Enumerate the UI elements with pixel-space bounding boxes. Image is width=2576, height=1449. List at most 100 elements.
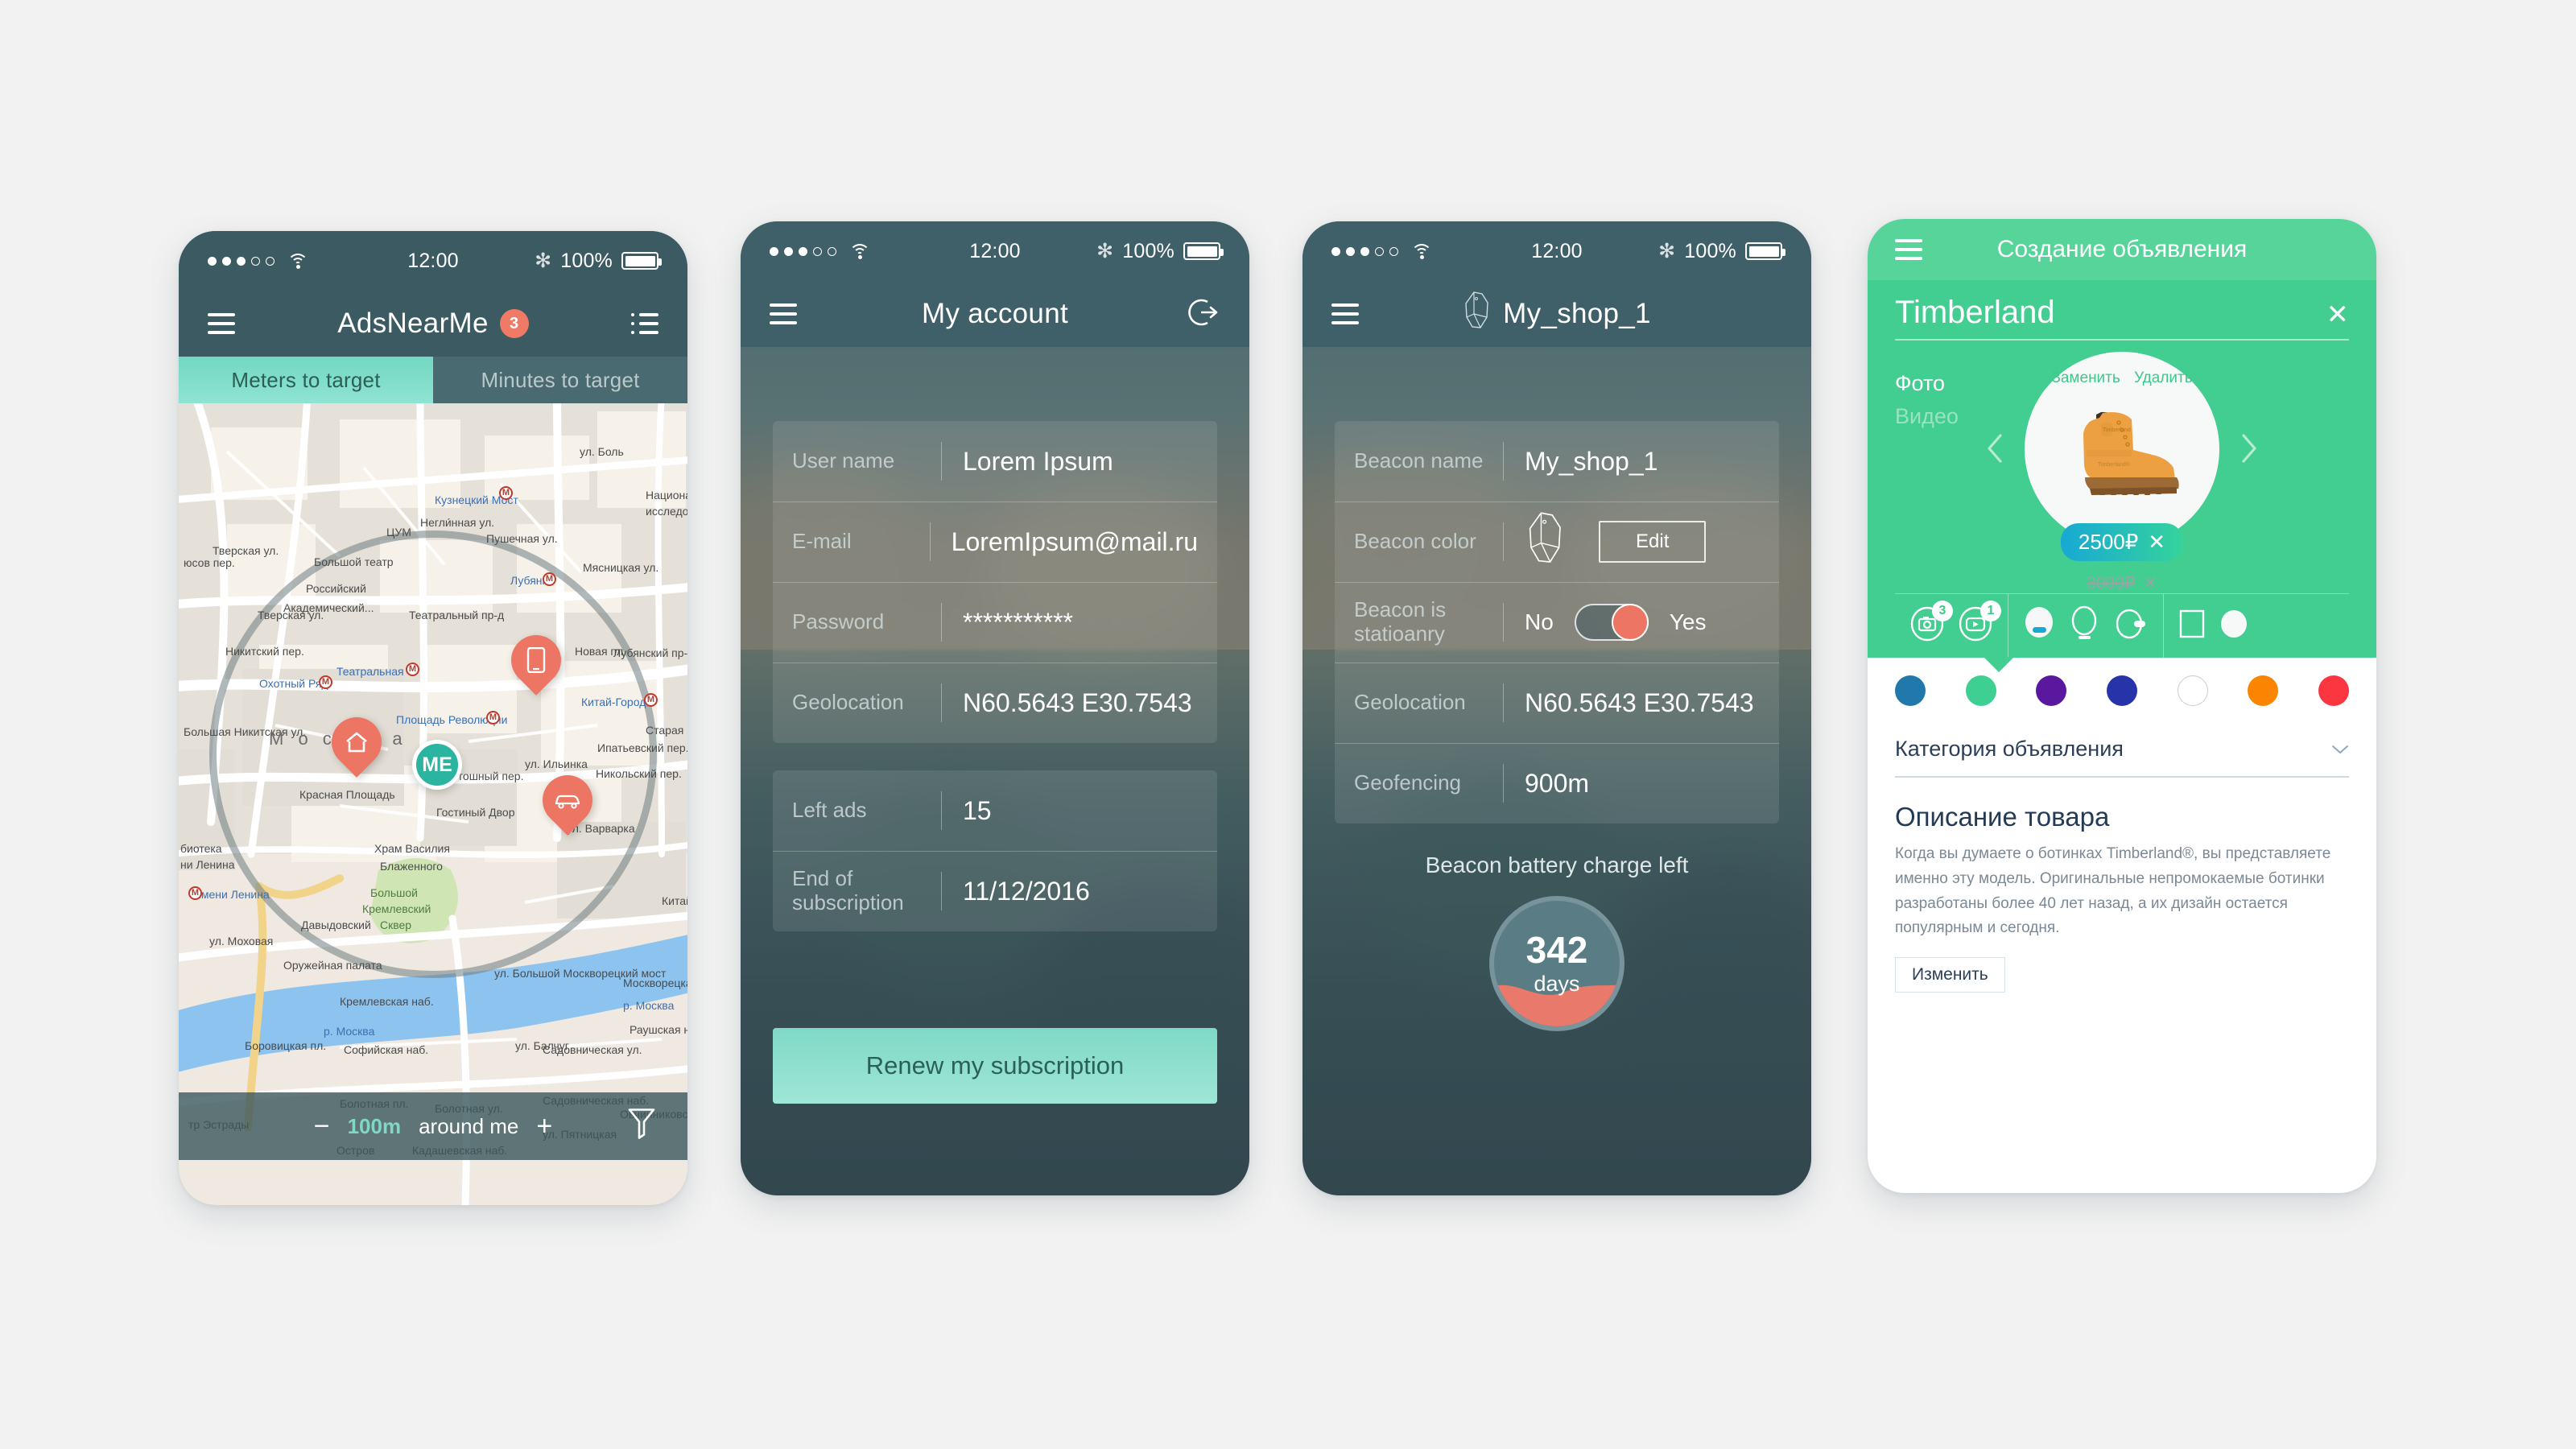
logout-icon[interactable] [1187, 295, 1220, 333]
hamburger-icon[interactable] [208, 313, 235, 334]
beacon-shape-outline-icon[interactable] [2068, 604, 2100, 648]
hamburger-icon[interactable] [1331, 303, 1359, 324]
map-label: Негли́нная ул. [420, 516, 495, 529]
product-photo-disc: Заменить Удалить Timberland Timberland® … [1988, 352, 2256, 592]
field-geolocation[interactable]: Geolocation N60.5643 E30.7543 [1335, 663, 1779, 743]
status-right: ✻ 100% [1096, 239, 1224, 263]
field-value: 15 [963, 795, 992, 825]
funnel-icon[interactable] [628, 1108, 655, 1146]
map-label: Пушечная ул. [486, 532, 558, 545]
account-panel-primary: User name Lorem Ipsum E-mail LoremIpsum@… [773, 421, 1217, 743]
page-title: My_shop_1 [1503, 298, 1651, 329]
color-swatch[interactable] [1965, 675, 1996, 706]
chevron-right-icon[interactable] [2240, 433, 2258, 464]
bluetooth-icon: ✻ [535, 250, 552, 272]
replace-photo-button[interactable]: Заменить [2051, 369, 2120, 386]
color-swatch[interactable] [1895, 675, 1926, 706]
battery-percent: 100% [560, 249, 613, 272]
camera-icon[interactable]: 3 [1909, 601, 1953, 646]
category-label: Категория объявления [1895, 737, 2124, 761]
phone4-details: Категория объявления Описание товара Ког… [1868, 719, 2376, 993]
battery-icon [1745, 242, 1785, 260]
beacon-gem-icon [1525, 510, 1567, 574]
price-tag[interactable]: 2500₽ ✕ [2060, 523, 2184, 561]
field-password[interactable]: Password *********** [773, 582, 1217, 663]
beacon-panel: Beacon name My_shop_1 Beacon color Edit … [1335, 421, 1779, 824]
color-swatch[interactable] [2036, 675, 2067, 706]
map-label: Боровицкая пл. [245, 1039, 327, 1052]
signal-dots-icon [208, 256, 275, 266]
field-label: E-mail [792, 529, 852, 554]
me-marker[interactable]: ME [412, 740, 462, 790]
color-swatch[interactable] [2248, 675, 2279, 706]
map-label: Оружейная палата [283, 959, 382, 972]
brand-row: Timberland ✕ [1895, 280, 2349, 331]
battery-gauge: 342 days [1489, 896, 1624, 1031]
delete-photo-button[interactable]: Удалить [2134, 369, 2193, 386]
phone-mockup-map: 12:00 ✻ 100% AdsNearMe 3 Meters to targe… [179, 231, 687, 1205]
status-right: ✻ 100% [1658, 239, 1785, 263]
wifi-icon [849, 243, 870, 259]
field-beacon-name[interactable]: Beacon name My_shop_1 [1335, 421, 1779, 502]
radius-decrease-button[interactable]: − [314, 1111, 330, 1142]
map-label: Мясницкая ул. [583, 561, 659, 574]
tab-minutes-to-target[interactable]: Minutes to target [433, 357, 687, 403]
car-icon [555, 795, 580, 809]
smartphone-icon [526, 647, 546, 673]
edit-beacon-color-button[interactable]: Edit [1599, 521, 1707, 563]
bluetooth-icon: ✻ [1096, 240, 1114, 262]
beacon-form: Beacon name My_shop_1 Beacon color Edit … [1302, 421, 1811, 1031]
status-badge: 3 [499, 309, 529, 338]
map-label: Ипатьевский пер. [597, 741, 687, 754]
close-icon[interactable]: ✕ [2326, 299, 2350, 331]
field-geofencing[interactable]: Geofencing 900m [1335, 743, 1779, 824]
chevron-left-icon[interactable] [1986, 433, 2004, 464]
battery-gauge-caption: Beacon battery charge left [1425, 852, 1689, 877]
map-label: Тверская ул. [258, 609, 324, 621]
map-label: Российский [306, 582, 366, 595]
brand-name-input[interactable]: Timberland [1895, 295, 2326, 331]
tab-photo[interactable]: Фото [1895, 367, 1959, 400]
radius-increase-button[interactable]: + [536, 1111, 552, 1142]
page-title-wrap: AdsNearMe 3 [179, 308, 687, 340]
hamburger-icon[interactable] [770, 303, 797, 324]
tab-meters-to-target[interactable]: Meters to target [179, 357, 433, 403]
photo-actions: Заменить Удалить [2025, 369, 2219, 387]
metro-icon: М [543, 572, 556, 586]
edit-description-button[interactable]: Изменить [1895, 957, 2005, 993]
frame-shape-tools [2163, 594, 2264, 658]
field-geolocation[interactable]: Geolocation N60.5643 E30.7543 [773, 663, 1217, 743]
color-swatch[interactable] [2177, 675, 2208, 706]
chevron-down-icon[interactable] [2331, 745, 2349, 754]
field-user-name[interactable]: User name Lorem Ipsum [773, 421, 1217, 502]
stationary-toggle[interactable] [1574, 604, 1649, 641]
color-swatch-row [1868, 658, 2376, 719]
category-selector[interactable]: Категория объявления [1895, 724, 2349, 778]
circle-shape-icon[interactable] [2219, 608, 2249, 644]
bluetooth-icon: ✻ [1658, 240, 1676, 262]
beacon-shape-filled-icon[interactable] [2023, 605, 2055, 647]
map-label: ул. Большой Москворецкий мост [494, 967, 667, 980]
phone2-screen: 12:00 ✻ 100% My account User name Lorem … [741, 221, 1249, 1195]
color-swatch[interactable] [2318, 675, 2349, 706]
tab-video[interactable]: Видео [1895, 400, 1959, 433]
close-icon[interactable]: ✕ [2143, 573, 2157, 593]
svg-text:Timberland: Timberland [2103, 427, 2131, 433]
close-icon[interactable]: ✕ [2148, 530, 2165, 555]
list-icon[interactable] [631, 313, 658, 334]
color-swatch[interactable] [2106, 675, 2137, 706]
map-view[interactable]: Кузнецкий МостЦУМПушечная ул.Национальны… [179, 403, 687, 1205]
old-price-tag[interactable]: 3000₽ ✕ [2087, 573, 2157, 593]
phone-mockups-canvas: 12:00 ✻ 100% AdsNearMe 3 Meters to targe… [0, 0, 2576, 1449]
field-end-of-subscription[interactable]: End of subscription 11/12/2016 [773, 851, 1217, 931]
renew-subscription-button[interactable]: Renew my subscription [773, 1028, 1217, 1104]
field-left-ads[interactable]: Left ads 15 [773, 770, 1217, 851]
field-email[interactable]: E-mail LoremIpsum@mail.ru [773, 502, 1217, 582]
field-beacon-color[interactable]: Beacon color Edit [1335, 502, 1779, 582]
battery-days-unit: days [1534, 971, 1580, 996]
video-icon[interactable]: 1 [1958, 601, 2001, 646]
beacon-color-controls: Edit [1504, 510, 1760, 574]
beacon-shape-tag-icon[interactable] [2113, 605, 2149, 646]
field-beacon-stationary[interactable]: Beacon is statioanry No Yes [1335, 582, 1779, 663]
square-shape-icon[interactable] [2178, 608, 2206, 644]
